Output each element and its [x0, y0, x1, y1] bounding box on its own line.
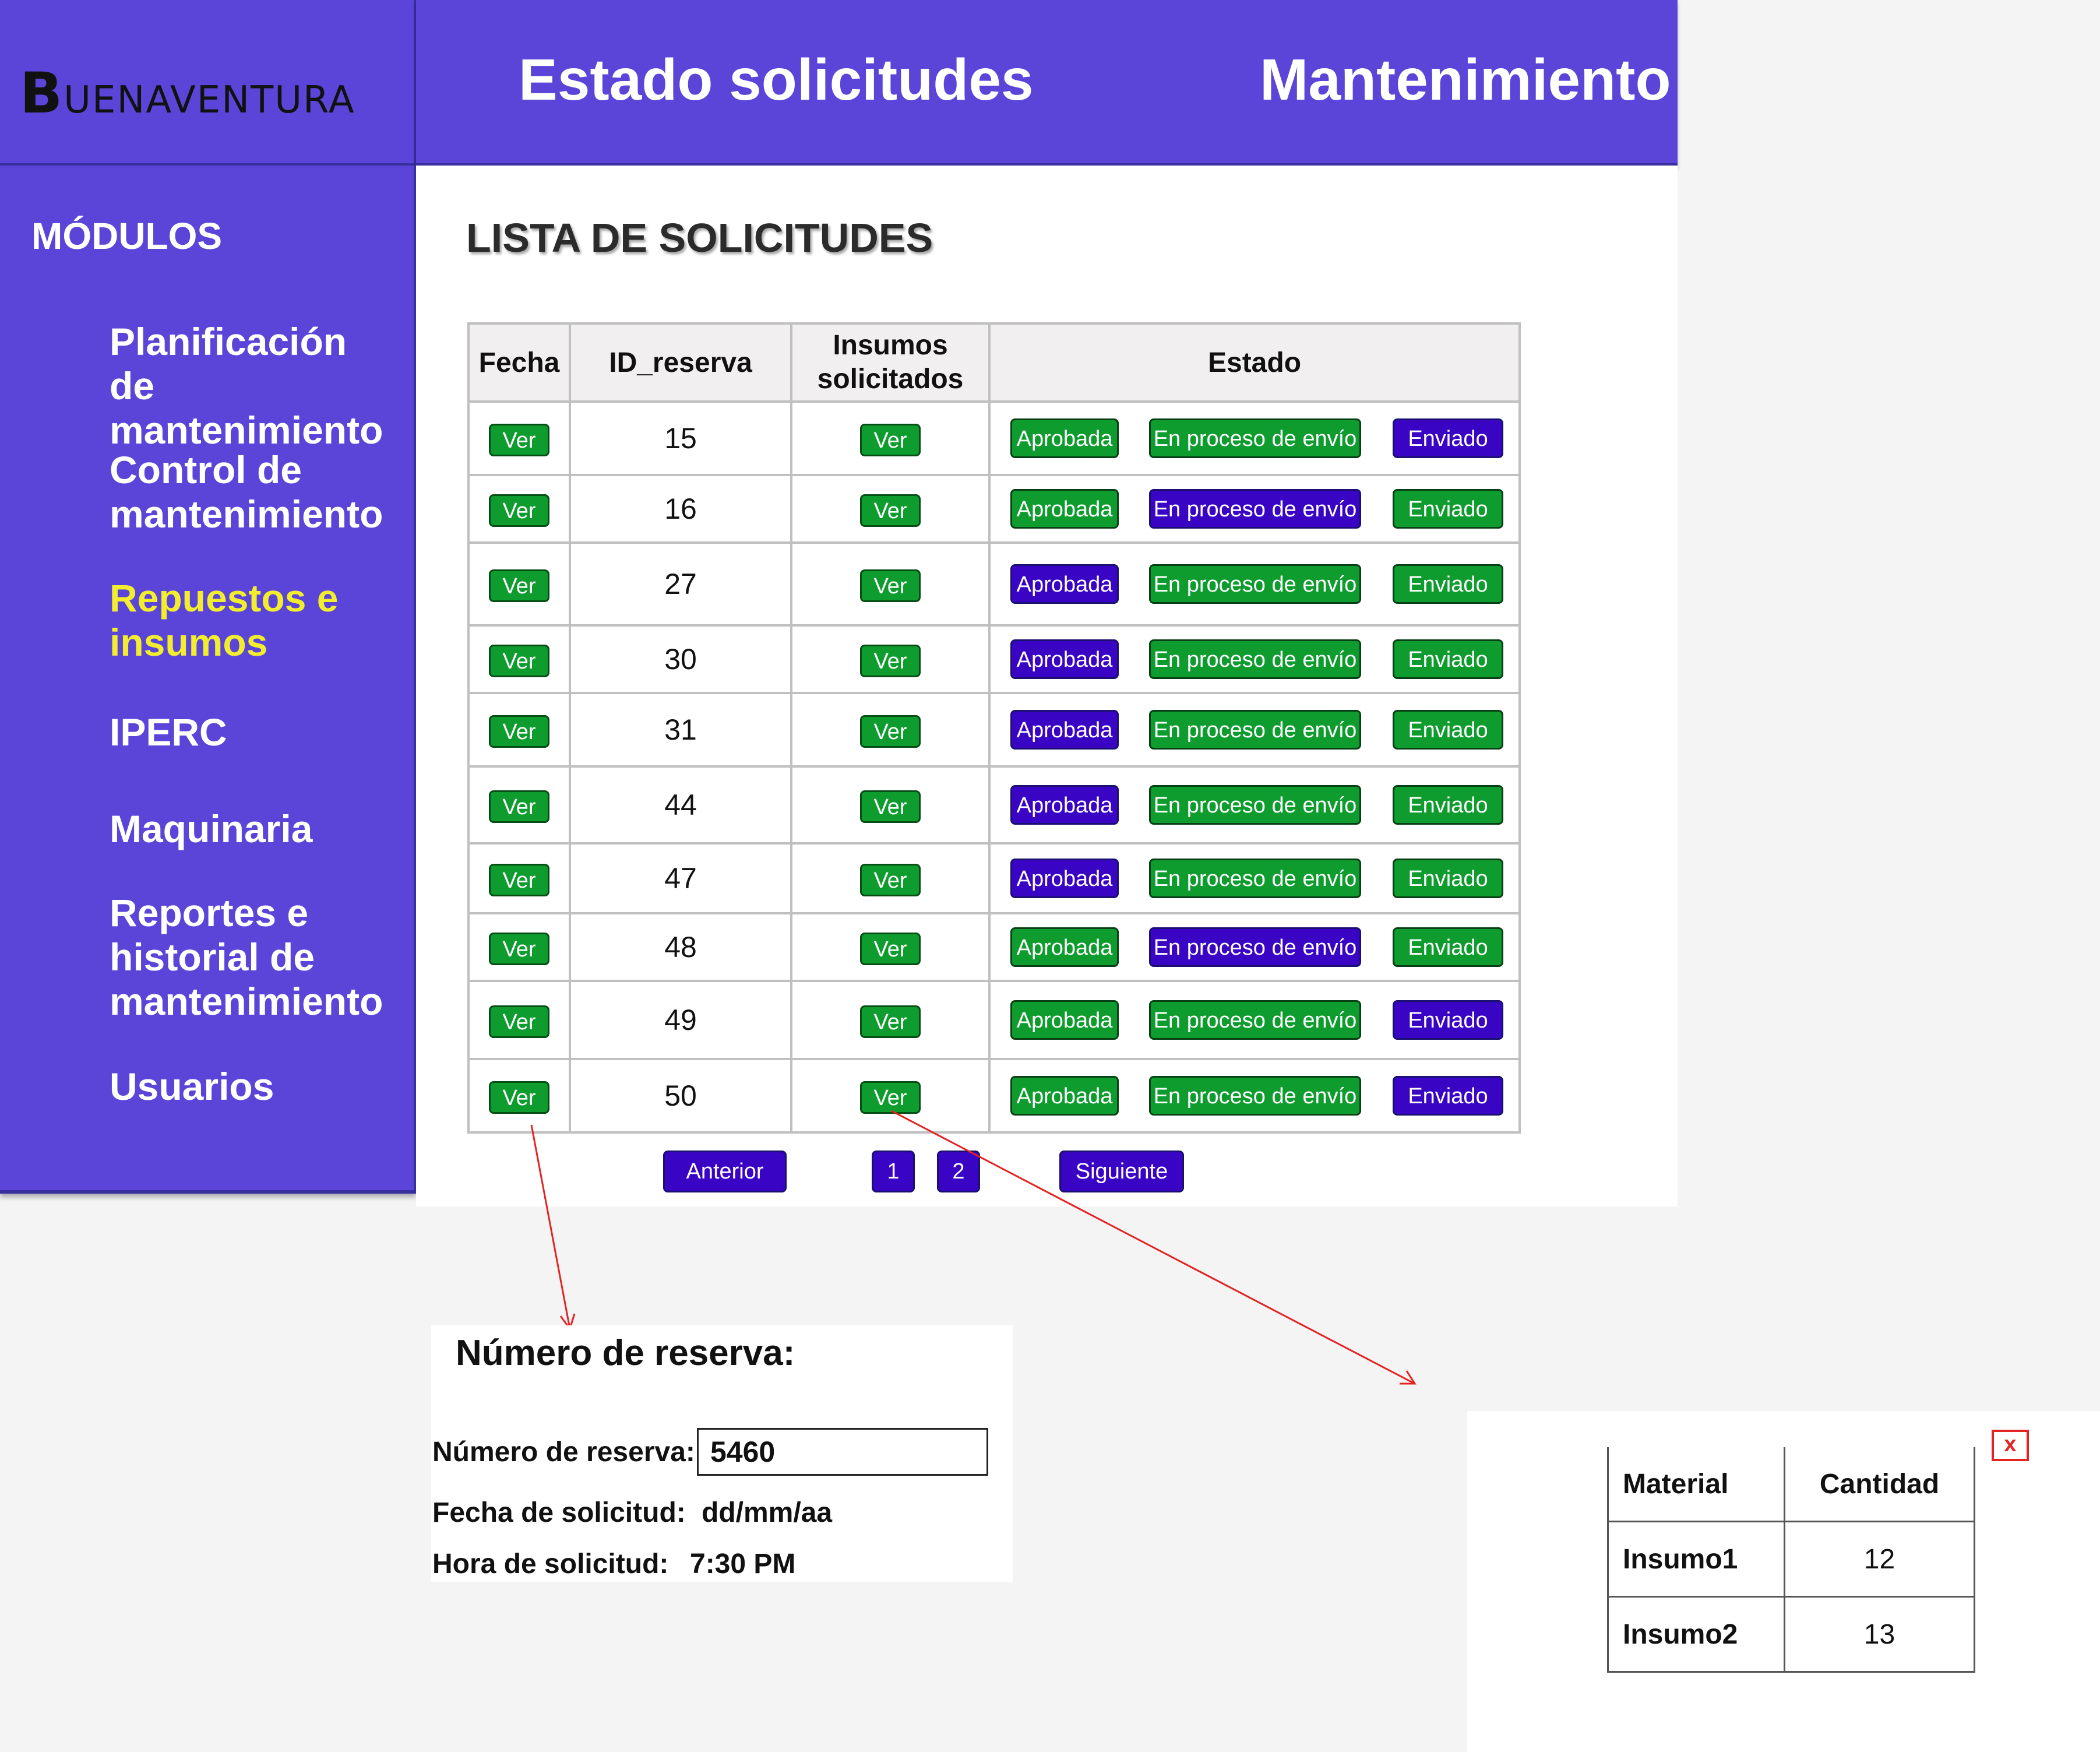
material-qty: 13 — [1784, 1596, 1975, 1673]
col-cantidad: Cantidad — [1784, 1447, 1975, 1522]
hora-value: 7:30 PM — [690, 1549, 796, 1579]
arrow-to-detail — [530, 1124, 571, 1329]
reserva-label: Número de reserva: — [432, 1437, 695, 1468]
materials-table: Material Cantidad Insumo1 12 Insumo2 13 — [1607, 1447, 1975, 1673]
table-row: Insumo2 13 — [1607, 1596, 1975, 1673]
table-row: Insumo1 12 — [1607, 1521, 1975, 1598]
fecha-value: dd/mm/aa — [702, 1497, 833, 1528]
reserva-number-input[interactable] — [697, 1428, 988, 1476]
material-qty: 12 — [1784, 1521, 1975, 1598]
reservation-detail-panel: Número de reserva: Número de reserva: Fe… — [431, 1325, 1013, 1582]
material-name: Insumo2 — [1607, 1596, 1785, 1673]
material-name: Insumo1 — [1607, 1521, 1785, 1598]
materials-panel: x Material Cantidad Insumo1 12 Insumo2 1… — [1467, 1411, 2100, 1752]
col-material: Material — [1607, 1447, 1785, 1522]
materials-header-row: Material Cantidad — [1607, 1447, 1975, 1522]
detail-title: Número de reserva: — [456, 1333, 795, 1373]
close-button[interactable]: x — [1992, 1430, 2029, 1461]
hora-label: Hora de solicitud: — [432, 1549, 669, 1579]
fecha-label: Fecha de solicitud: — [432, 1497, 686, 1528]
